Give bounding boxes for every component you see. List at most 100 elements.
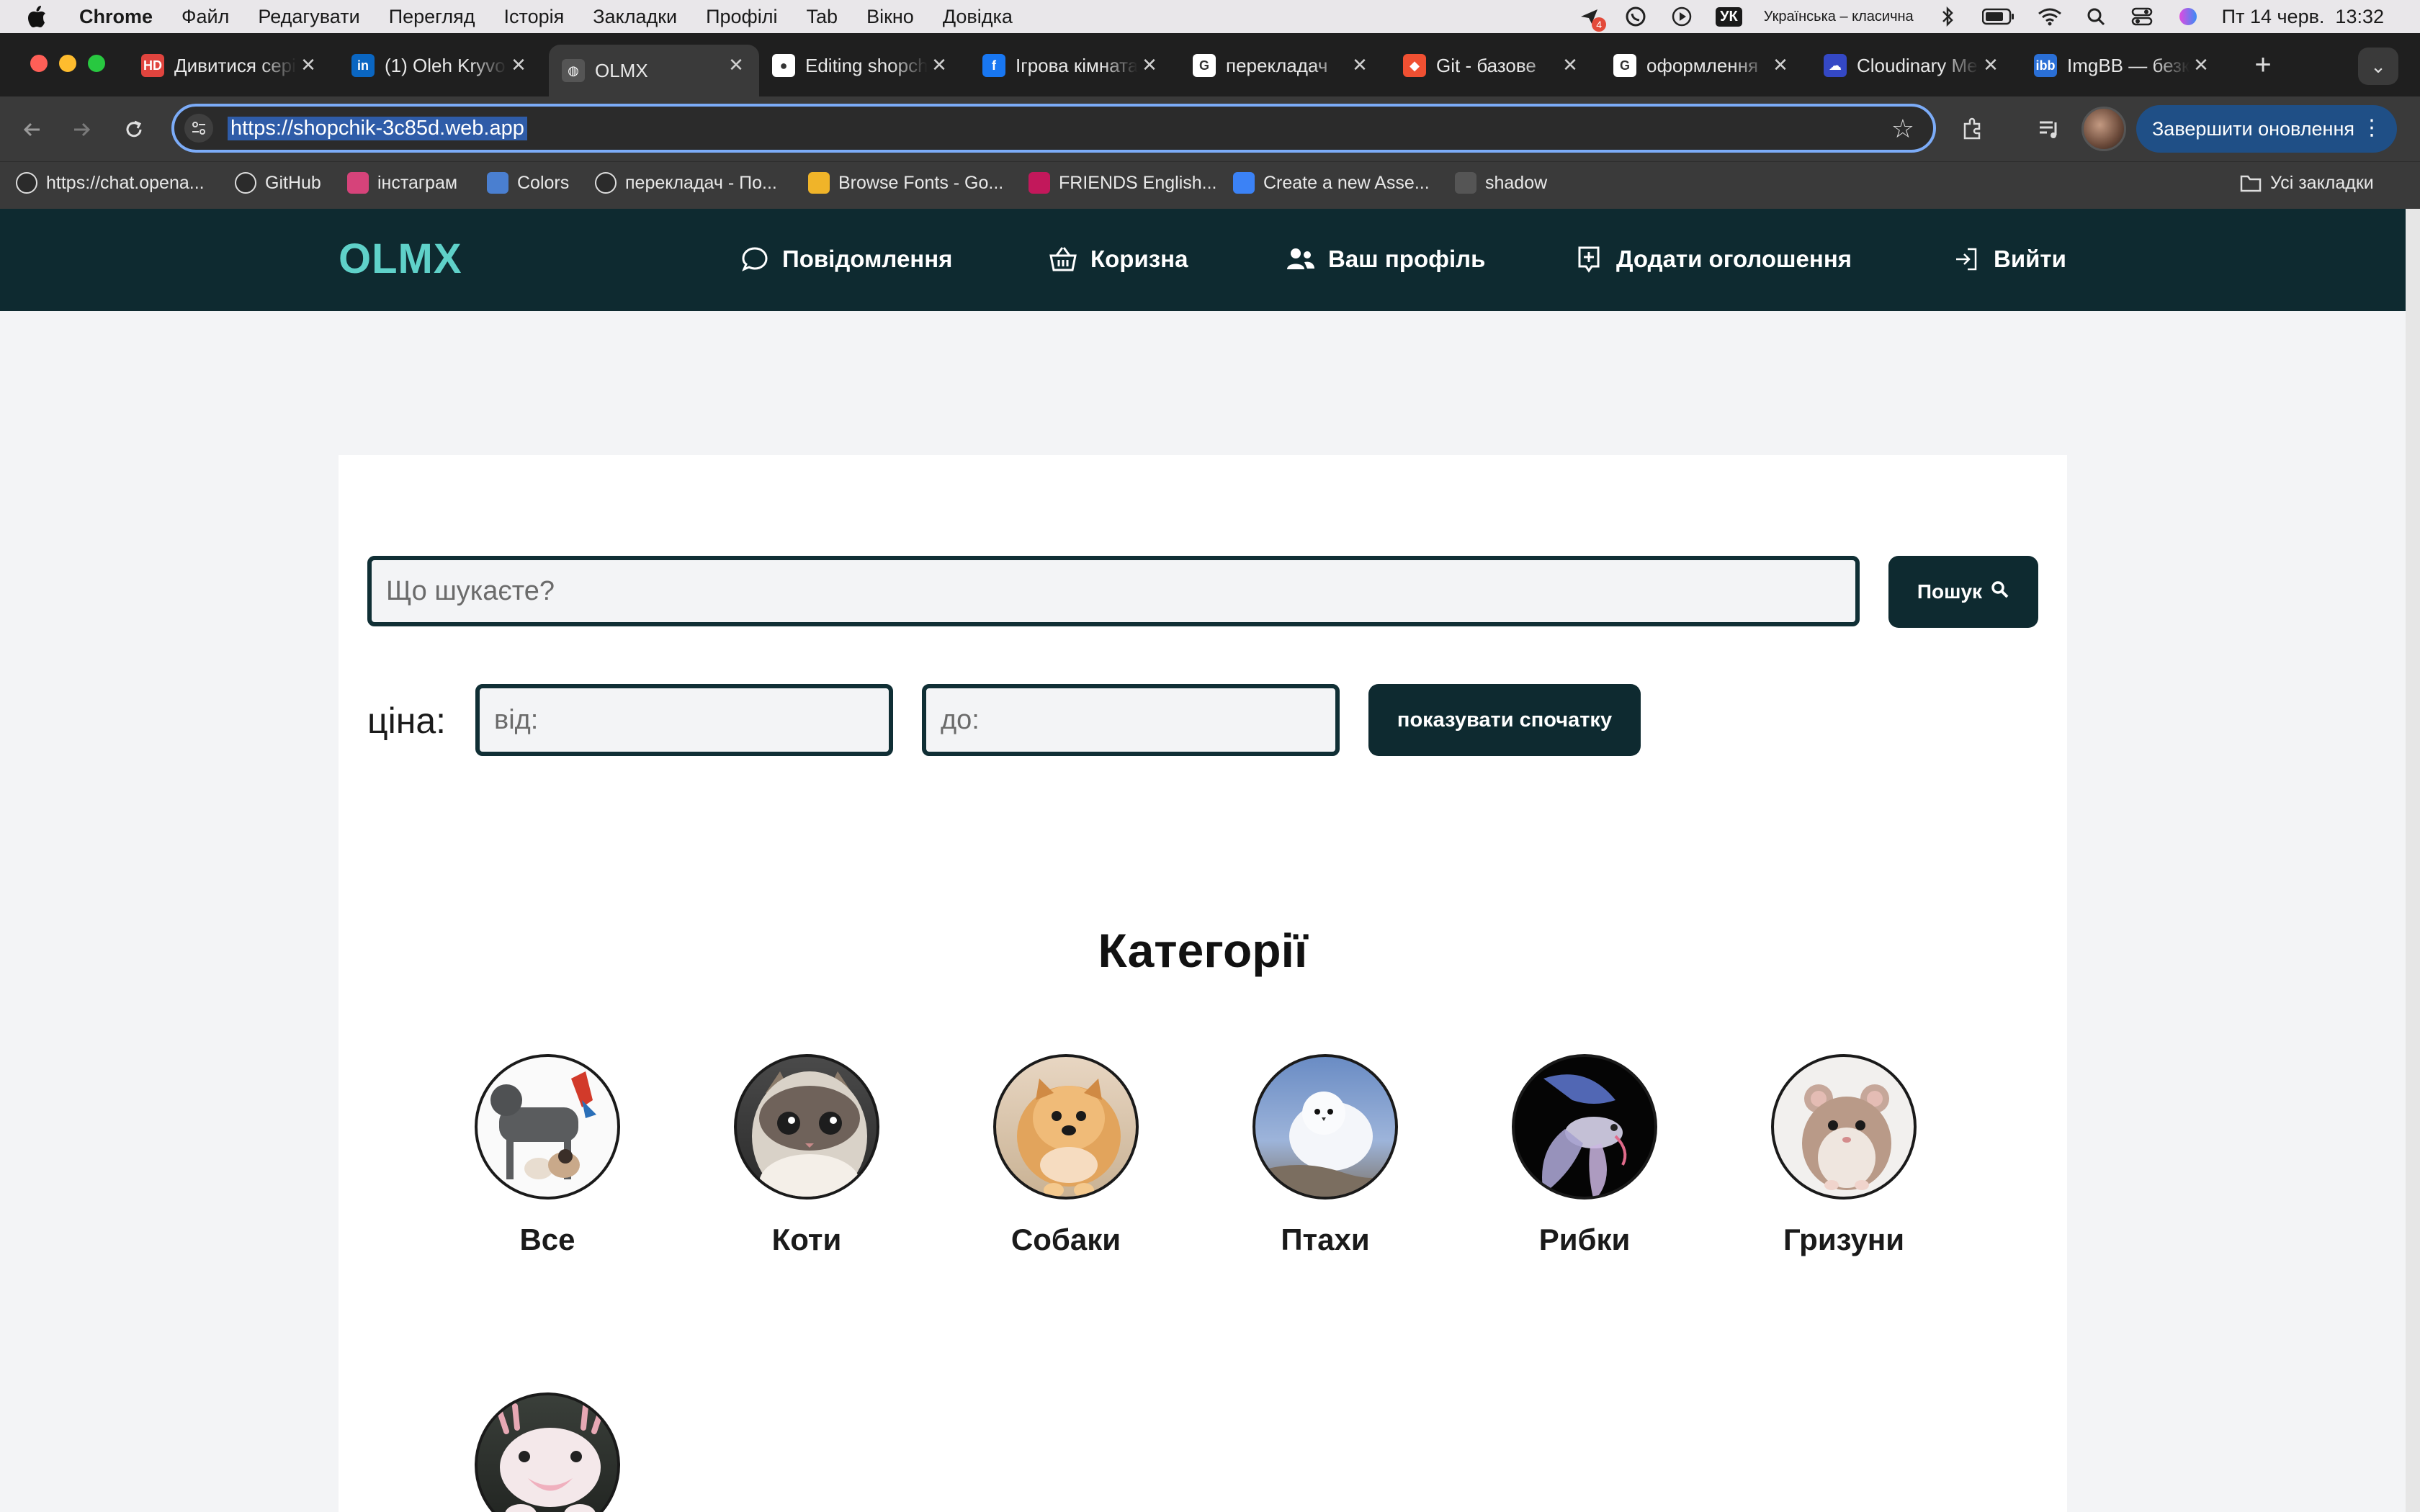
menu-app-name[interactable]: Chrome (79, 6, 153, 28)
price-to-input[interactable] (922, 684, 1340, 756)
wifi-icon[interactable] (2038, 6, 2062, 27)
site-info-icon[interactable] (184, 114, 213, 143)
battery-icon[interactable] (1981, 6, 2016, 27)
browser-tab[interactable]: f Ігрова кімната ✕ (969, 45, 1173, 86)
reload-button[interactable] (115, 111, 153, 148)
bookmark-item[interactable]: shadow (1455, 172, 1547, 194)
cat-image (734, 1054, 879, 1200)
browser-tab[interactable]: ◍ OLMX ✕ (549, 45, 759, 96)
bookmark-item[interactable]: перекладач - По... (595, 172, 777, 194)
white-bird-image (1252, 1054, 1398, 1200)
keyboard-layout-badge[interactable]: УК (1716, 6, 1742, 27)
folder-icon (2240, 172, 2262, 194)
back-button[interactable] (13, 111, 50, 148)
globe-icon: ◍ (562, 59, 585, 82)
menu-tab[interactable]: Tab (807, 6, 838, 28)
clock-datetime[interactable]: Пт 14 черв. 13:32 (2222, 6, 2384, 28)
nav-logout[interactable]: Вийти (1950, 243, 2066, 275)
close-tab-icon[interactable]: ✕ (507, 53, 530, 76)
site-logo[interactable]: OLMX (339, 235, 462, 283)
menu-help[interactable]: Довідка (943, 6, 1013, 28)
extensions-icon[interactable] (1956, 112, 1989, 145)
close-tab-icon[interactable]: ✕ (1559, 53, 1582, 76)
browser-tab[interactable]: HD Дивитися серіали✕ (128, 45, 331, 86)
control-center-icon[interactable] (2130, 6, 2154, 27)
category-cats[interactable]: Коти (720, 1054, 893, 1257)
category-label: Коти (771, 1223, 842, 1256)
close-tab-icon[interactable]: ✕ (928, 53, 951, 76)
menu-edit[interactable]: Редагувати (258, 6, 359, 28)
category-all[interactable]: Все (461, 1054, 634, 1257)
close-window-button[interactable] (30, 55, 48, 72)
keyboard-layout-name[interactable]: Українська – класична (1764, 9, 1914, 25)
nav-profile[interactable]: Ваш профіль (1285, 243, 1485, 275)
category-amphibians[interactable] (461, 1392, 634, 1512)
browser-tab[interactable]: ibb ImgBB — безкоштовно✕ (2021, 45, 2224, 86)
browser-tab[interactable]: ☁ Cloudinary Media✕ (1811, 45, 2014, 86)
browser-tab[interactable]: Gоформлення ✕ (1600, 45, 1803, 86)
play-icon[interactable] (1670, 6, 1694, 27)
bookmark-item[interactable]: Browse Fonts - Go... (808, 172, 1003, 194)
bookmark-label: інстаграм (377, 172, 458, 193)
bookmark-item[interactable]: інстаграм (347, 172, 457, 194)
browser-tab[interactable]: Gперекладач ✕ (1180, 45, 1383, 86)
nav-messages[interactable]: Повідомлення (739, 243, 952, 275)
menu-history[interactable]: Історія (504, 6, 565, 28)
profile-avatar[interactable] (2081, 107, 2126, 151)
close-tab-icon[interactable]: ✕ (725, 53, 748, 76)
page-scrollbar-track[interactable] (2406, 209, 2420, 1512)
menu-view[interactable]: Перегляд (389, 6, 475, 28)
media-controls-icon[interactable] (2033, 112, 2066, 145)
bookmark-item[interactable]: Create a new Asse... (1233, 172, 1430, 194)
bookmark-star-icon[interactable]: ☆ (1891, 114, 1914, 144)
category-rodents[interactable]: Гризуни (1757, 1054, 1930, 1257)
forward-button[interactable] (63, 111, 101, 148)
category-fish[interactable]: Рибки (1498, 1054, 1671, 1257)
apple-icon[interactable] (26, 4, 50, 29)
address-bar-url[interactable]: https://shopchik-3c85d.web.app (228, 117, 527, 140)
browser-tab[interactable]: ◆ Git - базове ✕ (1390, 45, 1593, 86)
menu-profiles[interactable]: Профілі (706, 6, 777, 28)
category-label: Собаки (1010, 1223, 1121, 1256)
notification-app-icon[interactable]: 4 (1577, 6, 1607, 32)
address-bar[interactable]: https://shopchik-3c85d.web.app ☆ (171, 104, 1936, 153)
close-tab-icon[interactable]: ✕ (297, 53, 320, 76)
close-tab-icon[interactable]: ✕ (1138, 53, 1161, 76)
nav-add-listing[interactable]: Додати оголошення (1573, 243, 1852, 275)
bookmark-item[interactable]: GitHub (235, 172, 321, 194)
more-options-icon[interactable]: ⋮ (2361, 115, 2383, 140)
close-tab-icon[interactable]: ✕ (1348, 53, 1371, 76)
category-dogs[interactable]: Собаки (980, 1054, 1152, 1257)
nav-cart[interactable]: Коризна (1047, 243, 1188, 275)
close-tab-icon[interactable]: ✕ (1979, 53, 2002, 76)
all-bookmarks-folder[interactable]: Усі закладки (2240, 172, 2374, 194)
bookmark-item[interactable]: FRIENDS English... (1028, 172, 1217, 194)
siri-icon[interactable] (2176, 6, 2200, 27)
finish-update-button[interactable]: Завершити оновлення ⋮ (2136, 105, 2397, 153)
menu-file[interactable]: Файл (182, 6, 229, 28)
facebook-icon: f (982, 54, 1005, 77)
nav-add-listing-label: Додати оголошення (1616, 246, 1852, 272)
category-birds[interactable]: Птахи (1239, 1054, 1412, 1257)
price-from-input[interactable] (475, 684, 893, 756)
search-input[interactable] (367, 556, 1860, 626)
spotlight-search-icon[interactable] (2084, 6, 2108, 27)
menu-bookmarks[interactable]: Закладки (593, 6, 677, 28)
minimize-window-button[interactable] (59, 55, 76, 72)
bluetooth-icon[interactable] (1935, 6, 1960, 27)
close-tab-icon[interactable]: ✕ (2190, 53, 2213, 76)
viber-icon[interactable] (1623, 6, 1648, 27)
tab-title: ImgBB — безкоштовно (2067, 54, 2190, 76)
zoom-window-button[interactable] (88, 55, 105, 72)
browser-tab[interactable]: ● Editing shopchik✕ (759, 45, 962, 86)
shadow-icon (1455, 172, 1476, 194)
bookmark-item[interactable]: https://chat.opena... (16, 172, 205, 194)
menu-window[interactable]: Вікно (866, 6, 914, 28)
tab-search-button[interactable]: ⌄ (2358, 48, 2398, 85)
browser-tab[interactable]: in (1) Oleh Kryvoruchko✕ (339, 45, 542, 86)
new-tab-button[interactable]: + (2247, 49, 2279, 81)
search-button[interactable]: Пошук (1888, 556, 2038, 628)
bookmark-item[interactable]: Colors (487, 172, 569, 194)
close-tab-icon[interactable]: ✕ (1769, 53, 1792, 76)
sort-button[interactable]: показувати спочатку (1368, 684, 1641, 756)
